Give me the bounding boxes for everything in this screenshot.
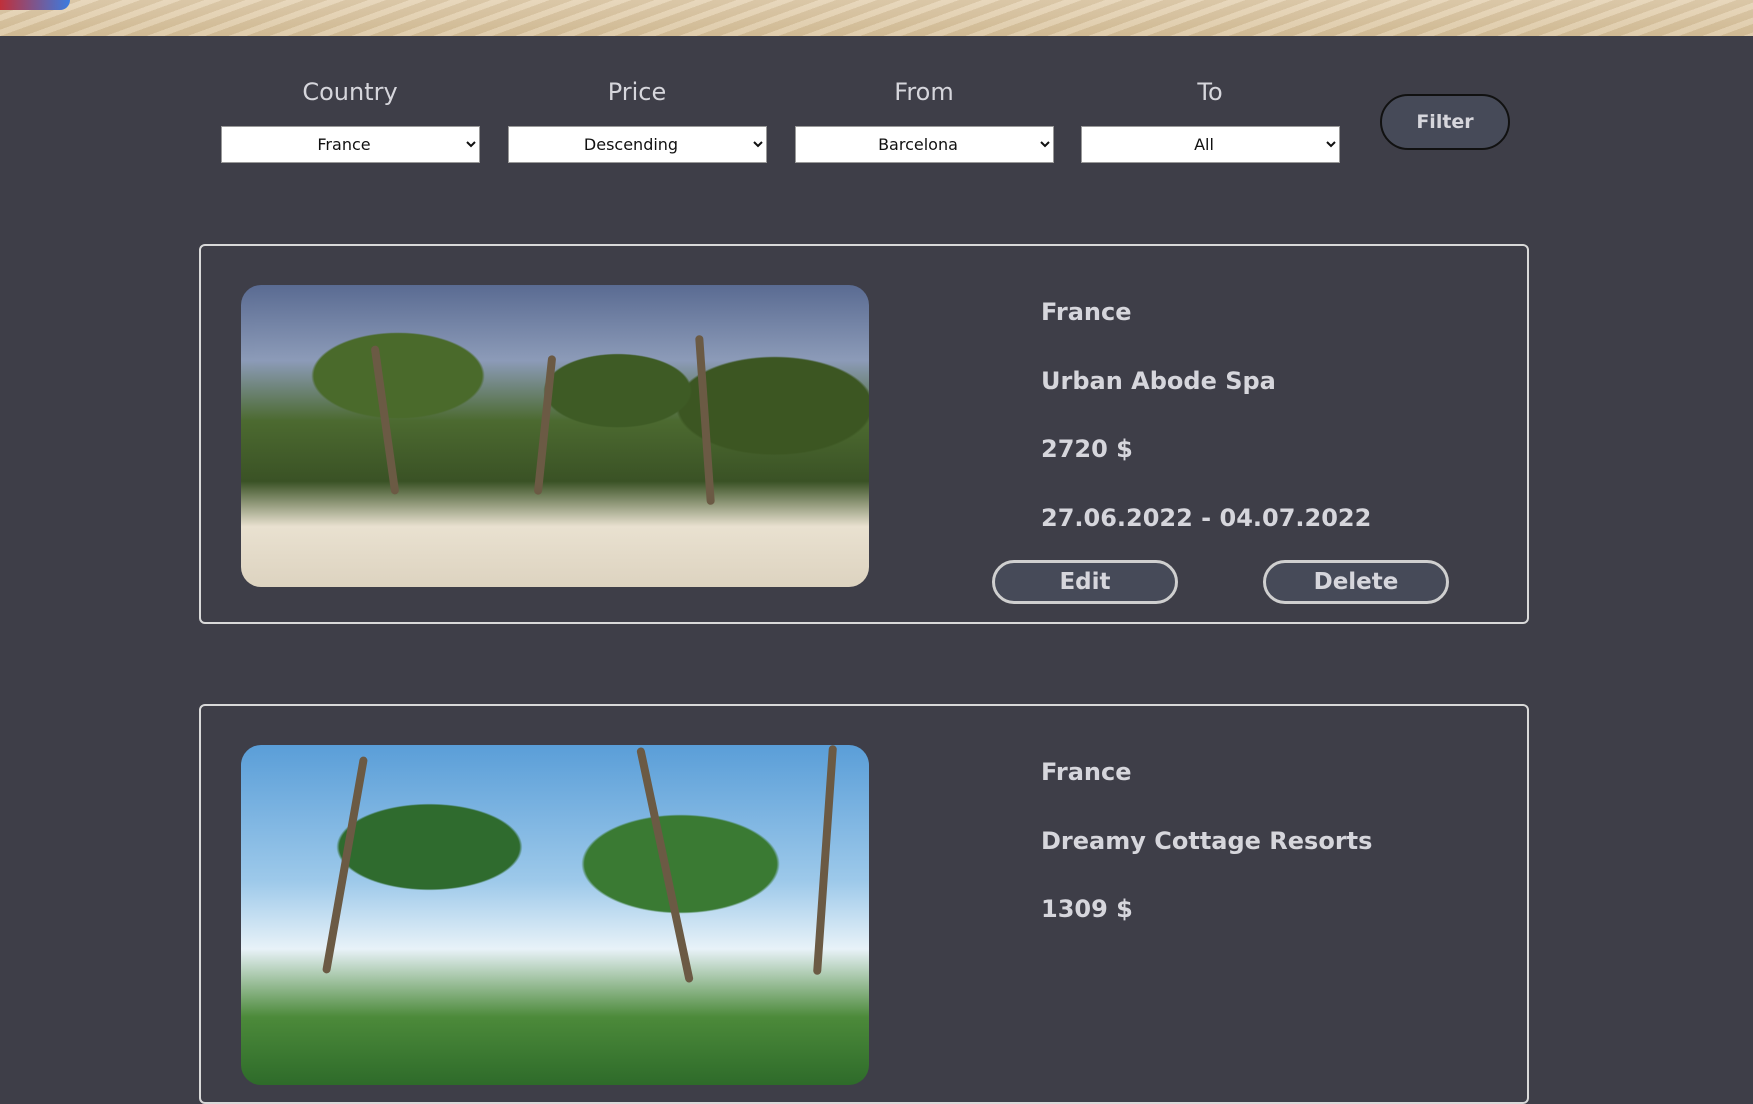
from-select[interactable]: Barcelona bbox=[794, 126, 1054, 163]
offer-country: France bbox=[1041, 298, 1132, 326]
filter-button[interactable]: Filter bbox=[1380, 94, 1510, 150]
to-filter: To All bbox=[1080, 76, 1340, 163]
delete-button[interactable]: Delete bbox=[1263, 560, 1449, 604]
palm-trunk bbox=[370, 345, 400, 495]
country-filter: Country France bbox=[220, 76, 480, 163]
offer-name: Urban Abode Spa bbox=[1041, 367, 1276, 395]
palm-trunk bbox=[321, 755, 369, 975]
price-select[interactable]: Descending bbox=[507, 126, 767, 163]
to-label: To bbox=[1197, 78, 1223, 106]
palm-trunk bbox=[695, 334, 715, 506]
palm-trunk bbox=[533, 354, 557, 496]
edit-button[interactable]: Edit bbox=[992, 560, 1178, 604]
price-label: Price bbox=[607, 78, 667, 106]
offer-photo bbox=[241, 285, 869, 587]
to-select[interactable]: All bbox=[1080, 126, 1340, 163]
offer-name: Dreamy Cottage Resorts bbox=[1041, 827, 1373, 855]
offer-price: 2720 $ bbox=[1041, 435, 1133, 463]
country-select[interactable]: France bbox=[220, 126, 480, 163]
offer-photo bbox=[241, 745, 869, 1085]
offer-card: France Dreamy Cottage Resorts 1309 $ bbox=[199, 704, 1529, 1104]
country-label: Country bbox=[302, 78, 398, 106]
offer-country: France bbox=[1041, 758, 1132, 786]
filter-bar: Country France Price Descending From Bar… bbox=[0, 76, 1753, 176]
from-label: From bbox=[894, 78, 954, 106]
from-filter: From Barcelona bbox=[794, 76, 1054, 163]
offer-price: 1309 $ bbox=[1041, 895, 1133, 923]
offer-card: France Urban Abode Spa 2720 $ 27.06.2022… bbox=[199, 244, 1529, 624]
palm-trunk bbox=[636, 746, 694, 984]
towel-decoration bbox=[0, 0, 70, 10]
price-filter: Price Descending bbox=[507, 76, 767, 163]
offer-dates: 27.06.2022 - 04.07.2022 bbox=[1041, 504, 1372, 532]
beach-banner-image bbox=[0, 0, 1753, 36]
palm-trunk bbox=[812, 745, 838, 975]
